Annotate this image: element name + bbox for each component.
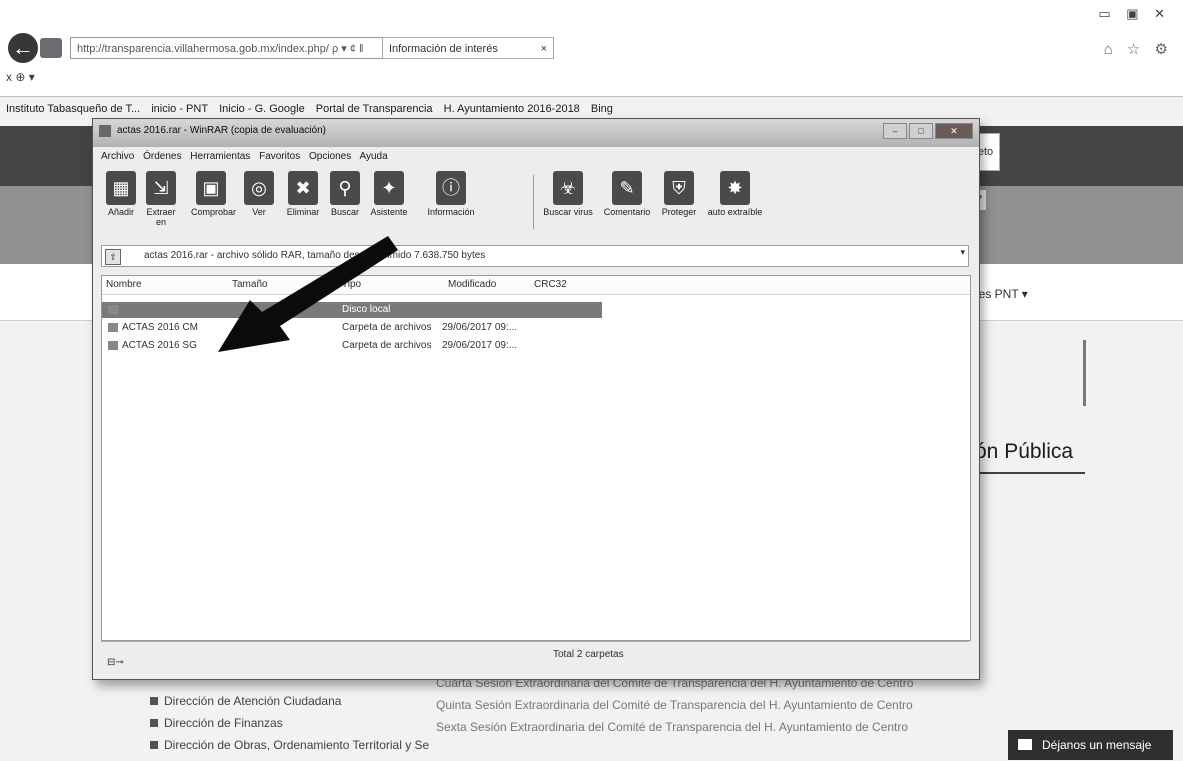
session-link[interactable]: Quinta Sesión Extraordinaria del Comité … bbox=[436, 694, 913, 716]
delete-button[interactable]: ✖ Eliminar bbox=[283, 171, 323, 217]
session-link[interactable]: Sexta Sesión Extraordinaria del Comité d… bbox=[436, 716, 913, 738]
menu-archivo[interactable]: Archivo bbox=[101, 151, 134, 162]
sfx-button[interactable]: ✸ auto extraíble bbox=[705, 171, 765, 217]
department-link[interactable]: Dirección de Finanzas bbox=[150, 712, 429, 734]
favorite-link[interactable]: H. Ayuntamiento 2016-2018 bbox=[444, 103, 580, 115]
menu-ordenes[interactable]: Órdenes bbox=[143, 151, 181, 162]
minimize-icon[interactable]: – bbox=[883, 123, 907, 139]
browser-toolbar-icons[interactable]: ⌂ ☆ ⚙ bbox=[1104, 40, 1173, 58]
maximize-icon[interactable]: □ bbox=[909, 123, 933, 139]
test-button[interactable]: ▣ Comprobar bbox=[191, 171, 236, 217]
info-button[interactable]: ⓘ Información bbox=[423, 171, 479, 217]
extract-button[interactable]: ⇲ Extraer en bbox=[141, 171, 181, 227]
section-title: ón Pública bbox=[975, 440, 1074, 463]
toolbar-separator bbox=[533, 175, 534, 229]
envelope-icon bbox=[1018, 739, 1032, 750]
up-folder-icon[interactable]: ⇧ bbox=[105, 249, 121, 265]
menu-favoritos[interactable]: Favoritos bbox=[259, 151, 300, 162]
winrar-window-controls: – □ ✕ bbox=[881, 121, 973, 139]
path-dropdown-icon[interactable]: ▾ bbox=[960, 247, 965, 258]
site-favicon-icon bbox=[40, 38, 62, 58]
winrar-app-icon bbox=[99, 125, 111, 137]
sfx-icon: ✸ bbox=[720, 171, 750, 205]
view-icon: ◎ bbox=[244, 171, 274, 205]
drive-key-icon[interactable]: ⊟⊸ bbox=[107, 650, 124, 676]
tab-close-icon[interactable]: × bbox=[541, 38, 547, 58]
find-icon: ⚲ bbox=[330, 171, 360, 205]
folder-icon bbox=[108, 323, 118, 332]
view-button[interactable]: ◎ Ver bbox=[239, 171, 279, 217]
back-arrow-icon: ← bbox=[12, 35, 34, 60]
protect-button[interactable]: ⛨ Proteger bbox=[659, 171, 699, 217]
comment-button[interactable]: ✎ Comentario bbox=[601, 171, 653, 217]
winrar-window: actas 2016.rar - WinRAR (copia de evalua… bbox=[92, 118, 980, 680]
building-icon bbox=[150, 741, 158, 749]
folder-icon bbox=[108, 341, 118, 350]
column-modified[interactable]: Modificado bbox=[448, 279, 496, 290]
browser-tab[interactable]: Información de interés × bbox=[382, 37, 554, 59]
favorite-link[interactable]: Portal de Transparencia bbox=[316, 103, 433, 115]
test-icon: ▣ bbox=[196, 171, 226, 205]
department-list: Dirección de Atención Ciudadana Direcció… bbox=[150, 690, 429, 756]
toolbar: ▦ Añadir ⇲ Extraer en ▣ Comprobar ◎ Ver ✖ Eli… bbox=[101, 171, 801, 233]
nav-item-pnt[interactable]: des PNT ▾ bbox=[972, 287, 1028, 301]
department-link[interactable]: Dirección de Atención Ciudadana bbox=[150, 690, 429, 712]
find-button[interactable]: ⚲ Buscar bbox=[325, 171, 365, 217]
wizard-button[interactable]: ✦ Asistente bbox=[369, 171, 409, 217]
wizard-icon: ✦ bbox=[374, 171, 404, 205]
favorite-link[interactable]: Inicio - G. Google bbox=[219, 103, 305, 115]
favorite-link[interactable]: Instituto Tabasqueño de T... bbox=[6, 103, 140, 115]
add-button[interactable]: ▦ Añadir bbox=[101, 171, 141, 217]
add-archive-icon: ▦ bbox=[106, 171, 136, 205]
back-button[interactable]: ← bbox=[8, 33, 38, 63]
virus-scan-button[interactable]: ☣ Buscar virus bbox=[541, 171, 595, 217]
menu-opciones[interactable]: Opciones bbox=[309, 151, 351, 162]
favorite-link[interactable]: inicio - PNT bbox=[151, 103, 208, 115]
tab-title: Información de interés bbox=[389, 43, 498, 55]
command-bar[interactable]: x ⊕ ▾ bbox=[6, 70, 35, 84]
virus-scan-icon: ☣ bbox=[553, 171, 583, 205]
window-title: actas 2016.rar - WinRAR (copia de evalua… bbox=[117, 125, 326, 136]
message-button[interactable]: Déjanos un mensaje bbox=[1008, 730, 1173, 760]
department-link[interactable]: Dirección de Obras, Ordenamiento Territo… bbox=[150, 734, 429, 756]
menu-bar: Archivo Órdenes Herramientas Favoritos O… bbox=[101, 151, 394, 167]
divider bbox=[1083, 340, 1086, 406]
favorite-link[interactable]: Bing bbox=[591, 103, 613, 115]
close-icon[interactable]: ✕ bbox=[935, 123, 973, 139]
winrar-titlebar[interactable]: actas 2016.rar - WinRAR (copia de evalua… bbox=[93, 119, 979, 147]
menu-ayuda[interactable]: Ayuda bbox=[359, 151, 387, 162]
address-url: http://transparencia.villahermosa.gob.mx… bbox=[77, 43, 329, 55]
section-underline bbox=[975, 472, 1085, 474]
extract-icon: ⇲ bbox=[146, 171, 176, 205]
annotation-arrow-icon bbox=[218, 236, 398, 352]
building-icon bbox=[150, 697, 158, 705]
folder-icon bbox=[108, 305, 118, 314]
status-bar: ⊟⊸ Total 2 carpetas bbox=[101, 641, 969, 668]
column-name[interactable]: Nombre bbox=[106, 279, 142, 290]
delete-icon: ✖ bbox=[288, 171, 318, 205]
comment-icon: ✎ bbox=[612, 171, 642, 205]
menu-herramientas[interactable]: Herramientas bbox=[190, 151, 250, 162]
address-controls[interactable]: ρ ▾ ¢ ‖ bbox=[332, 43, 364, 55]
window-controls[interactable]: ▭ ▣ ✕ bbox=[1098, 6, 1171, 22]
favorites-bar: Instituto Tabasqueño de T... inicio - PN… bbox=[6, 103, 766, 119]
status-text: Total 2 carpetas bbox=[553, 649, 624, 660]
protect-icon: ⛨ bbox=[664, 171, 694, 205]
column-crc[interactable]: CRC32 bbox=[534, 279, 567, 290]
building-icon bbox=[150, 719, 158, 727]
info-icon: ⓘ bbox=[436, 171, 466, 205]
session-list: Cuarta Sesión Extraordinaria del Comité … bbox=[436, 672, 913, 738]
